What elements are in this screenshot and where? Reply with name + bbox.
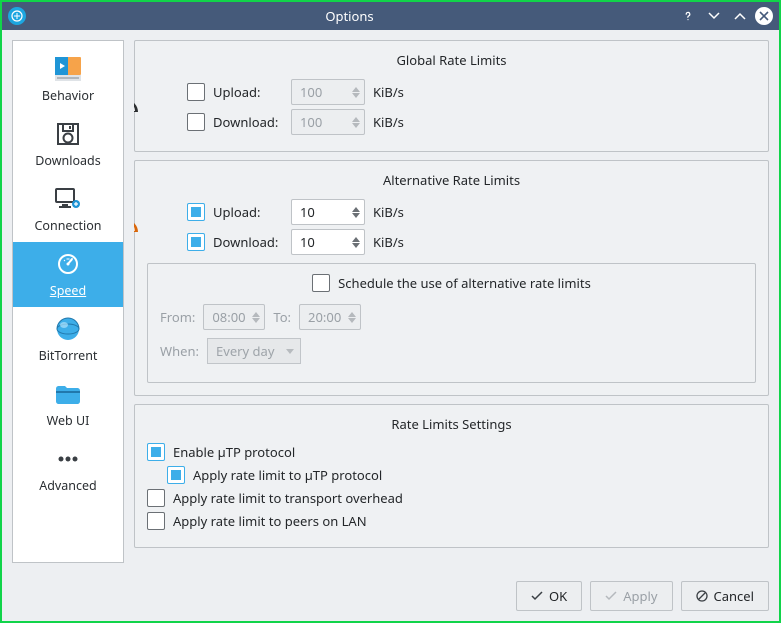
sidebar-item-label: Behavior xyxy=(42,87,94,104)
alt-download-label: Download: xyxy=(213,233,283,251)
app-icon xyxy=(8,7,26,25)
overhead-checkbox[interactable] xyxy=(147,489,165,507)
connection-icon xyxy=(52,183,84,215)
speedometer-icon xyxy=(134,95,139,117)
rate-limits-settings-group: Rate Limits Settings Enable µTP protocol… xyxy=(134,404,769,548)
check-icon xyxy=(605,591,617,601)
sidebar-item-label: BitTorrent xyxy=(39,347,98,364)
apply-button[interactable]: Apply xyxy=(590,581,672,611)
spin-arrows[interactable] xyxy=(346,207,360,218)
schedule-label: Schedule the use of alternative rate lim… xyxy=(338,274,591,292)
sidebar-item-speed[interactable]: Speed xyxy=(13,242,123,307)
alt-download-spinbox[interactable]: 10 xyxy=(291,229,365,255)
advanced-icon xyxy=(52,443,84,475)
behavior-icon xyxy=(52,53,84,85)
sidebar-item-webui[interactable]: Web UI xyxy=(13,372,123,437)
sidebar-item-connection[interactable]: Connection xyxy=(13,177,123,242)
unit-label: KiB/s xyxy=(373,113,404,131)
chevron-down-icon xyxy=(286,349,294,354)
webui-icon xyxy=(52,378,84,410)
help-button[interactable] xyxy=(677,5,699,27)
global-download-spinbox[interactable]: 100 xyxy=(291,109,365,135)
global-upload-label: Upload: xyxy=(213,83,283,101)
sidebar-item-advanced[interactable]: Advanced xyxy=(13,437,123,502)
sidebar-item-label: Connection xyxy=(35,217,102,234)
unit-label: KiB/s xyxy=(373,233,404,251)
alt-upload-checkbox[interactable] xyxy=(187,203,205,221)
group-title: Global Rate Limits xyxy=(147,51,756,69)
schedule-checkbox[interactable] xyxy=(312,274,330,292)
utp-limit-checkbox[interactable] xyxy=(167,466,185,484)
spin-arrows[interactable] xyxy=(246,312,260,323)
when-label: When: xyxy=(160,342,199,360)
downloads-icon xyxy=(52,118,84,150)
minimize-button[interactable] xyxy=(703,5,725,27)
spin-arrows[interactable] xyxy=(346,117,360,128)
global-download-label: Download: xyxy=(213,113,283,131)
utp-limit-label: Apply rate limit to µTP protocol xyxy=(193,466,382,484)
lan-checkbox[interactable] xyxy=(147,512,165,530)
schedule-box: Schedule the use of alternative rate lim… xyxy=(147,263,756,383)
group-title: Alternative Rate Limits xyxy=(147,171,756,189)
titlebar: Options xyxy=(2,2,779,30)
dialog-buttons: OK Apply Cancel xyxy=(12,581,769,611)
ok-button[interactable]: OK xyxy=(516,581,582,611)
cancel-icon xyxy=(696,590,708,602)
unit-label: KiB/s xyxy=(373,203,404,221)
sidebar-item-behavior[interactable]: Behavior xyxy=(13,47,123,112)
check-icon xyxy=(531,591,543,601)
sidebar-item-label: Speed xyxy=(50,282,86,299)
to-label: To: xyxy=(273,308,291,326)
to-time-spinbox[interactable]: 20:00 xyxy=(299,304,361,330)
window-title: Options xyxy=(26,7,673,25)
speedometer-alt-icon xyxy=(134,215,139,237)
sidebar-item-label: Advanced xyxy=(39,477,97,494)
overhead-label: Apply rate limit to transport overhead xyxy=(173,489,403,507)
bittorrent-icon xyxy=(52,313,84,345)
lan-label: Apply rate limit to peers on LAN xyxy=(173,512,367,530)
sidebar-item-label: Downloads xyxy=(35,152,100,169)
maximize-button[interactable] xyxy=(729,5,751,27)
sidebar: Behavior Downloads Connection Speed BitT… xyxy=(12,40,124,563)
sidebar-item-label: Web UI xyxy=(47,412,90,429)
alt-upload-label: Upload: xyxy=(213,203,283,221)
global-rate-limits-group: Global Rate Limits Upload: 100 KiB xyxy=(134,40,769,152)
global-upload-checkbox[interactable] xyxy=(187,83,205,101)
spin-arrows[interactable] xyxy=(346,87,360,98)
enable-utp-label: Enable µTP protocol xyxy=(173,443,295,461)
group-title: Rate Limits Settings xyxy=(147,415,756,433)
alt-upload-spinbox[interactable]: 10 xyxy=(291,199,365,225)
global-download-checkbox[interactable] xyxy=(187,113,205,131)
close-button[interactable] xyxy=(755,7,773,25)
from-time-spinbox[interactable]: 08:00 xyxy=(203,304,265,330)
cancel-button[interactable]: Cancel xyxy=(681,581,769,611)
alt-rate-limits-group: Alternative Rate Limits Upload: 10 xyxy=(134,160,769,396)
speed-icon xyxy=(52,248,84,280)
when-combobox[interactable]: Every day xyxy=(207,338,301,364)
enable-utp-checkbox[interactable] xyxy=(147,443,165,461)
sidebar-item-bittorrent[interactable]: BitTorrent xyxy=(13,307,123,372)
global-upload-spinbox[interactable]: 100 xyxy=(291,79,365,105)
spin-arrows[interactable] xyxy=(342,312,356,323)
unit-label: KiB/s xyxy=(373,83,404,101)
alt-download-checkbox[interactable] xyxy=(187,233,205,251)
spin-arrows[interactable] xyxy=(346,237,360,248)
main-panel: Global Rate Limits Upload: 100 KiB xyxy=(134,40,769,563)
sidebar-item-downloads[interactable]: Downloads xyxy=(13,112,123,177)
from-label: From: xyxy=(160,308,195,326)
